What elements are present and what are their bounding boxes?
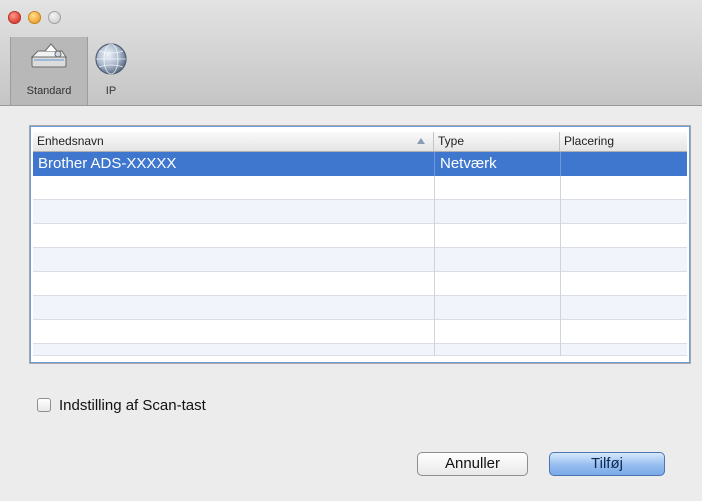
- empty-cell: [434, 200, 560, 224]
- empty-cell: [33, 344, 434, 356]
- empty-cell: [560, 248, 687, 272]
- empty-cell: [434, 272, 560, 296]
- column-header-device-name[interactable]: Enhedsnavn: [33, 132, 434, 151]
- column-header-label: Enhedsnavn: [37, 134, 104, 148]
- empty-cell: [33, 296, 434, 320]
- empty-cell: [560, 272, 687, 296]
- empty-cell: [33, 248, 434, 272]
- empty-cell: [33, 200, 434, 224]
- table-row-empty: [33, 200, 687, 224]
- scan-key-checkbox[interactable]: [37, 398, 51, 412]
- scanner-selector-window: Standard IP Enhedsnavn Type Placering Br…: [0, 0, 702, 501]
- empty-cell: [560, 176, 687, 200]
- scan-key-label[interactable]: Indstilling af Scan-tast: [59, 396, 206, 416]
- empty-cell: [560, 320, 687, 344]
- empty-cell: [434, 248, 560, 272]
- add-button[interactable]: Tilføj: [549, 452, 665, 476]
- empty-cell: [434, 224, 560, 248]
- table-row-empty: [33, 344, 687, 356]
- network-globe-icon: [93, 41, 129, 82]
- close-window-button[interactable]: [8, 11, 21, 24]
- empty-cell: [560, 200, 687, 224]
- device-location-cell: [560, 152, 687, 176]
- empty-cell: [434, 344, 560, 356]
- column-header-type[interactable]: Type: [434, 132, 560, 151]
- empty-cell: [33, 320, 434, 344]
- zoom-window-button[interactable]: [48, 11, 61, 24]
- cancel-button[interactable]: Annuller: [417, 452, 528, 476]
- table-row-empty: [33, 272, 687, 296]
- empty-cell: [560, 224, 687, 248]
- sort-ascending-icon: [417, 138, 425, 144]
- empty-cell: [33, 272, 434, 296]
- toolbar-tab-ip[interactable]: IP: [90, 37, 132, 105]
- table-row-empty: [33, 224, 687, 248]
- device-table[interactable]: Enhedsnavn Type Placering Brother ADS-XX…: [33, 132, 687, 357]
- table-row-empty: [33, 248, 687, 272]
- empty-cell: [33, 224, 434, 248]
- toolbar: Standard IP: [0, 0, 702, 106]
- column-header-label: Type: [438, 134, 465, 148]
- empty-cell: [33, 176, 434, 200]
- table-row[interactable]: Brother ADS-XXXXX Netværk: [33, 152, 687, 176]
- column-header-label: Placering: [564, 134, 615, 148]
- empty-cell: [560, 296, 687, 320]
- table-header: Enhedsnavn Type Placering: [33, 132, 687, 152]
- toolbar-tab-standard[interactable]: Standard: [10, 37, 88, 105]
- toolbar-tab-label: Standard: [26, 85, 72, 97]
- table-row-empty: [33, 296, 687, 320]
- empty-cell: [434, 176, 560, 200]
- toolbar-tab-label: IP: [105, 85, 117, 97]
- empty-cell: [434, 296, 560, 320]
- column-header-location[interactable]: Placering: [560, 132, 687, 151]
- table-row-empty: [33, 320, 687, 344]
- empty-cell: [560, 344, 687, 356]
- table-row-empty: [33, 176, 687, 200]
- device-type-cell: Netværk: [434, 152, 560, 176]
- minimize-window-button[interactable]: [28, 11, 41, 24]
- scanner-icon: [29, 41, 69, 78]
- device-name-cell: Brother ADS-XXXXX: [38, 155, 177, 172]
- empty-cell: [434, 320, 560, 344]
